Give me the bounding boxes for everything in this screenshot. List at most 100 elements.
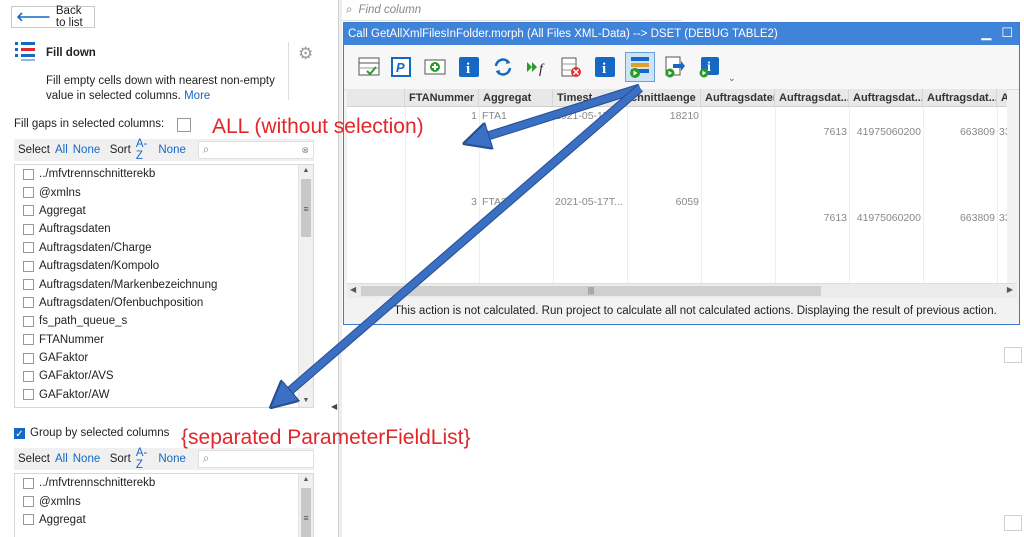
maximize-icon[interactable]: ☐ xyxy=(1001,25,1013,41)
select-all-link[interactable]: All xyxy=(55,144,68,156)
column-item[interactable]: GAFaktor/AW xyxy=(15,386,313,404)
toolbar-overflow-icon[interactable]: ⌄ xyxy=(728,73,736,84)
column-item[interactable]: Auftragsdaten xyxy=(15,220,313,238)
more-link[interactable]: More xyxy=(184,90,210,102)
group-list-scrollbar[interactable]: ▲ ≡ xyxy=(298,474,313,537)
column-item[interactable]: Auftragsdaten/Markenbezeichnung xyxy=(15,275,313,293)
group-column-item-checkbox[interactable] xyxy=(23,496,34,508)
info-icon-2[interactable]: i xyxy=(592,54,618,80)
column-item-checkbox[interactable] xyxy=(23,352,34,364)
scroll-up-icon[interactable]: ▲ xyxy=(299,165,313,177)
back-to-list-button[interactable]: 🡐 Back to list xyxy=(11,5,95,29)
column-item-checkbox[interactable] xyxy=(23,334,34,346)
grid-cell[interactable]: 41975060200 xyxy=(849,124,921,140)
grid-cell[interactable] xyxy=(775,194,847,210)
collapse-panel-icon[interactable]: ◀ xyxy=(331,402,337,411)
scrollbar-thumb[interactable]: ||| xyxy=(361,286,821,296)
group-column-item-checkbox[interactable] xyxy=(23,514,34,526)
grid-cell[interactable]: 33M xyxy=(999,210,1007,226)
column-item-checkbox[interactable] xyxy=(23,205,34,217)
grid-column-header[interactable]: chnittlaenge xyxy=(627,89,701,107)
delete-column-icon[interactable] xyxy=(558,54,584,80)
column-item-checkbox[interactable] xyxy=(23,223,34,235)
column-item[interactable]: GAFaktor/AVS xyxy=(15,367,313,385)
group-sort-az-link[interactable]: A-Z xyxy=(136,447,154,471)
scroll-left-icon[interactable]: ◀ xyxy=(350,285,356,294)
grid-cell[interactable]: 18210 xyxy=(627,108,699,124)
column-item-checkbox[interactable] xyxy=(23,370,34,382)
group-select-all-link[interactable]: All xyxy=(55,453,68,465)
grid-column-header[interactable]: Auftragsdat... xyxy=(923,89,997,107)
minimize-icon[interactable]: ▁ xyxy=(981,25,991,41)
group-select-none-link[interactable]: None xyxy=(73,453,101,465)
grid-cell[interactable]: 7613 xyxy=(775,124,847,140)
grid-cell[interactable]: 663809 xyxy=(923,124,995,140)
grid-cell[interactable] xyxy=(999,108,1007,124)
scroll-right-icon[interactable]: ▶ xyxy=(1007,285,1013,294)
column-item[interactable]: Auftragsdaten/Kompolo xyxy=(15,257,313,275)
column-item[interactable]: Auftragsdaten/Ofenbuchposition xyxy=(15,294,313,312)
grid-cell[interactable] xyxy=(627,124,699,140)
scroll-up-icon[interactable]: ▲ xyxy=(299,474,313,486)
info-icon[interactable]: i xyxy=(456,54,482,80)
grid-cell[interactable]: FTA2 xyxy=(482,194,552,210)
run-function-icon[interactable]: f xyxy=(524,54,550,80)
grid-cell[interactable] xyxy=(627,210,699,226)
sort-none-link[interactable]: None xyxy=(158,144,186,156)
grid-column-header[interactable]: Timest xyxy=(553,89,627,107)
refresh-icon[interactable] xyxy=(490,54,516,80)
grid-cell[interactable]: 2021-05-17 xyxy=(555,108,625,124)
grid-cell[interactable]: 663809 xyxy=(923,210,995,226)
grid-cell[interactable]: 7613 xyxy=(775,210,847,226)
group-column-item[interactable]: @xmlns xyxy=(15,492,313,510)
group-column-item[interactable]: Aggregat xyxy=(15,511,313,529)
grid-column-header[interactable]: Auftragsdat... xyxy=(775,89,849,107)
column-item[interactable]: GAFaktor xyxy=(15,349,313,367)
column-item[interactable]: Auftragsdaten/Charge xyxy=(15,239,313,257)
grid-cell[interactable] xyxy=(405,210,477,226)
export-run-icon[interactable] xyxy=(662,54,688,80)
grid-column-header[interactable]: Auftragsdat... xyxy=(849,89,923,107)
column-item-checkbox[interactable] xyxy=(23,260,34,272)
column-item-checkbox[interactable] xyxy=(23,297,34,309)
grid-cell[interactable]: 41975060200 xyxy=(849,210,921,226)
column-item-checkbox[interactable] xyxy=(23,389,34,401)
side-toggle-box-2[interactable] xyxy=(1004,515,1022,531)
info-run-icon[interactable]: i xyxy=(696,54,722,80)
column-item[interactable]: ../mfvtrennschnitterekb xyxy=(15,165,313,183)
group-search-input[interactable]: ⌕ xyxy=(197,450,314,468)
grid-cell[interactable] xyxy=(555,210,625,226)
grid-horizontal-scrollbar[interactable]: ◀ ||| ▶ xyxy=(347,283,1017,298)
group-by-checkbox[interactable]: ✓ xyxy=(14,428,25,440)
fill-gaps-checkbox[interactable] xyxy=(177,118,191,132)
column-item[interactable]: @xmlns xyxy=(15,183,313,201)
grid-cell[interactable] xyxy=(482,210,552,226)
column-item-checkbox[interactable] xyxy=(23,315,34,327)
column-search-input[interactable]: ⌕ ⊗ xyxy=(197,141,314,159)
grid-cell[interactable]: 33M xyxy=(999,124,1007,140)
table-view-icon[interactable] xyxy=(356,54,382,80)
gear-icon[interactable]: ⚙ xyxy=(298,44,313,64)
fill-down-run-icon[interactable] xyxy=(625,52,655,82)
side-toggle-box[interactable] xyxy=(1004,347,1022,363)
group-column-item[interactable]: ../mfvtrennschnitterekb xyxy=(15,474,313,492)
grid-cell[interactable] xyxy=(482,124,552,140)
group-column-item-checkbox[interactable] xyxy=(23,477,34,489)
find-column-input[interactable]: ⌕ Find column xyxy=(342,0,682,21)
grid-cell[interactable] xyxy=(555,124,625,140)
column-item-checkbox[interactable] xyxy=(23,279,34,291)
column-item-checkbox[interactable] xyxy=(23,242,34,254)
grid-cell[interactable]: FTA1 xyxy=(482,108,552,124)
grid-cell[interactable] xyxy=(923,108,995,124)
grid-cell[interactable] xyxy=(849,194,921,210)
grid-cell[interactable]: 2021-05-17T... xyxy=(555,194,625,210)
parameter-icon[interactable]: P xyxy=(388,54,414,80)
grid-column-header[interactable]: Auf xyxy=(997,89,1007,107)
grid-column-header[interactable]: Auftragsdaten xyxy=(701,89,775,107)
column-item-checkbox[interactable] xyxy=(23,187,34,199)
sort-az-link[interactable]: A-Z xyxy=(136,138,154,162)
column-item[interactable]: fs_path_queue_s xyxy=(15,312,313,330)
grid-column-header[interactable]: Aggregat xyxy=(479,89,553,107)
column-item[interactable]: FTANummer xyxy=(15,331,313,349)
select-none-link[interactable]: None xyxy=(73,144,101,156)
